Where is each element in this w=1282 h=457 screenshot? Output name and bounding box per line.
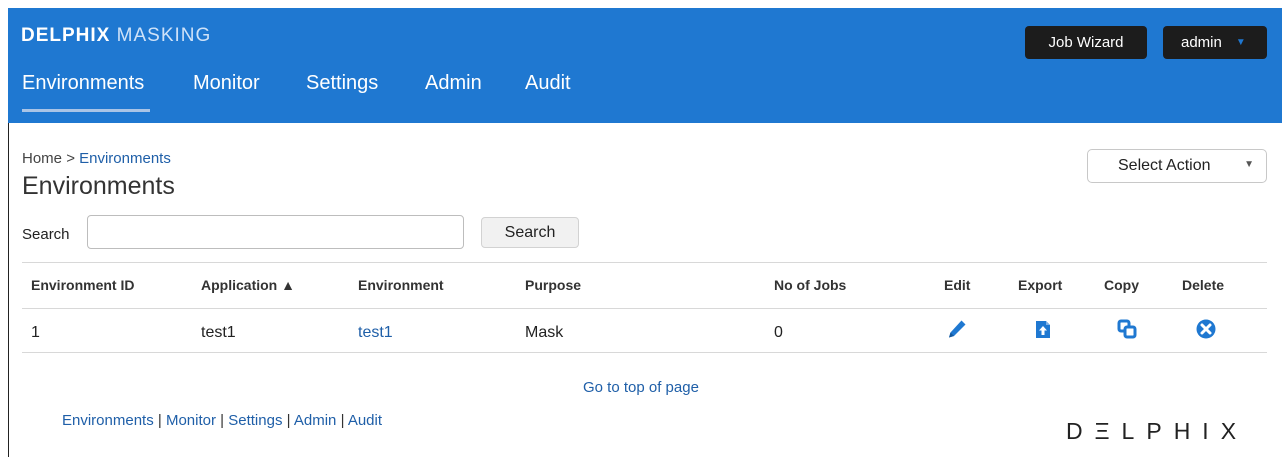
cell-environment-id: 1 — [31, 324, 40, 341]
nav-label: Audit — [525, 72, 571, 94]
caret-down-icon: ▼ — [1235, 37, 1246, 48]
cell-environment-link[interactable]: test1 — [358, 324, 393, 342]
footer-link-monitor[interactable]: Monitor — [166, 412, 216, 429]
footer-separator: | — [340, 412, 345, 429]
table-bottom-divider — [22, 352, 1267, 353]
nav-environments[interactable]: Environments — [22, 72, 151, 112]
col-header-edit: Edit — [944, 277, 971, 293]
select-action-dropdown[interactable]: Select Action ▼ — [1087, 149, 1267, 183]
breadcrumb-separator: > — [66, 150, 75, 167]
delete-x-icon[interactable] — [1195, 318, 1217, 340]
page-title: Environments — [22, 172, 175, 200]
page-left-border — [8, 123, 9, 457]
user-menu-label: admin — [1181, 34, 1222, 51]
cell-purpose: Mask — [525, 324, 564, 341]
search-input[interactable] — [87, 215, 464, 249]
brand-logo[interactable]: DELPHIX MASKING — [21, 25, 211, 47]
brand-bold: DELPHIX — [21, 25, 111, 46]
breadcrumb-home[interactable]: Home — [22, 150, 62, 167]
footer-logo: DΞLPHIX — [1066, 418, 1249, 444]
pencil-icon[interactable] — [946, 318, 968, 340]
col-header-delete: Delete — [1182, 277, 1225, 293]
job-wizard-label: Job Wizard — [1048, 34, 1124, 51]
dropdown-arrow-icon: ▼ — [1244, 159, 1254, 170]
col-header-environment-id: Environment ID — [31, 277, 135, 293]
go-to-top-link[interactable]: Go to top of page — [583, 379, 699, 396]
top-header: DELPHIX MASKING Job Wizard admin ▼ Envir… — [8, 8, 1282, 123]
nav-audit[interactable]: Audit — [525, 72, 571, 112]
brand-light: MASKING — [116, 25, 212, 46]
table-header-divider — [22, 308, 1267, 309]
col-header-environment[interactable]: Environment — [358, 277, 444, 293]
breadcrumb: Home > Environments — [22, 150, 171, 167]
footer-links: Environments | Monitor | Settings | Admi… — [62, 412, 382, 429]
nav-label: Environments — [22, 72, 145, 94]
nav-admin[interactable]: Admin — [425, 72, 482, 112]
select-action-label: Select Action — [1118, 157, 1211, 174]
nav-settings[interactable]: Settings — [306, 72, 378, 112]
col-header-purpose[interactable]: Purpose — [525, 277, 581, 293]
footer-separator: | — [157, 412, 162, 429]
search-button[interactable]: Search — [481, 217, 579, 248]
footer-link-audit[interactable]: Audit — [348, 412, 382, 429]
export-icon[interactable] — [1032, 318, 1054, 340]
user-menu-button[interactable]: admin ▼ — [1163, 26, 1267, 59]
table-top-divider — [22, 262, 1267, 263]
footer-separator: | — [286, 412, 291, 429]
nav-label: Settings — [306, 72, 379, 94]
col-header-export: Export — [1018, 277, 1063, 293]
cell-no-of-jobs: 0 — [774, 324, 783, 341]
breadcrumb-current[interactable]: Environments — [79, 150, 171, 167]
nav-monitor[interactable]: Monitor — [193, 72, 260, 112]
footer-link-environments[interactable]: Environments — [62, 412, 154, 429]
job-wizard-button[interactable]: Job Wizard — [1025, 26, 1147, 59]
cell-application: test1 — [201, 324, 236, 341]
search-button-label: Search — [504, 223, 556, 241]
nav-label: Monitor — [193, 72, 260, 94]
copy-icon[interactable] — [1116, 318, 1138, 340]
footer-link-settings[interactable]: Settings — [228, 412, 282, 429]
footer-separator: | — [220, 412, 225, 429]
col-header-application[interactable]: Application ▲ — [201, 277, 295, 293]
col-header-copy: Copy — [1104, 277, 1139, 293]
col-header-no-of-jobs: No of Jobs — [774, 277, 847, 293]
footer-link-admin[interactable]: Admin — [294, 412, 337, 429]
search-label: Search — [22, 226, 70, 243]
nav-label: Admin — [425, 72, 482, 94]
